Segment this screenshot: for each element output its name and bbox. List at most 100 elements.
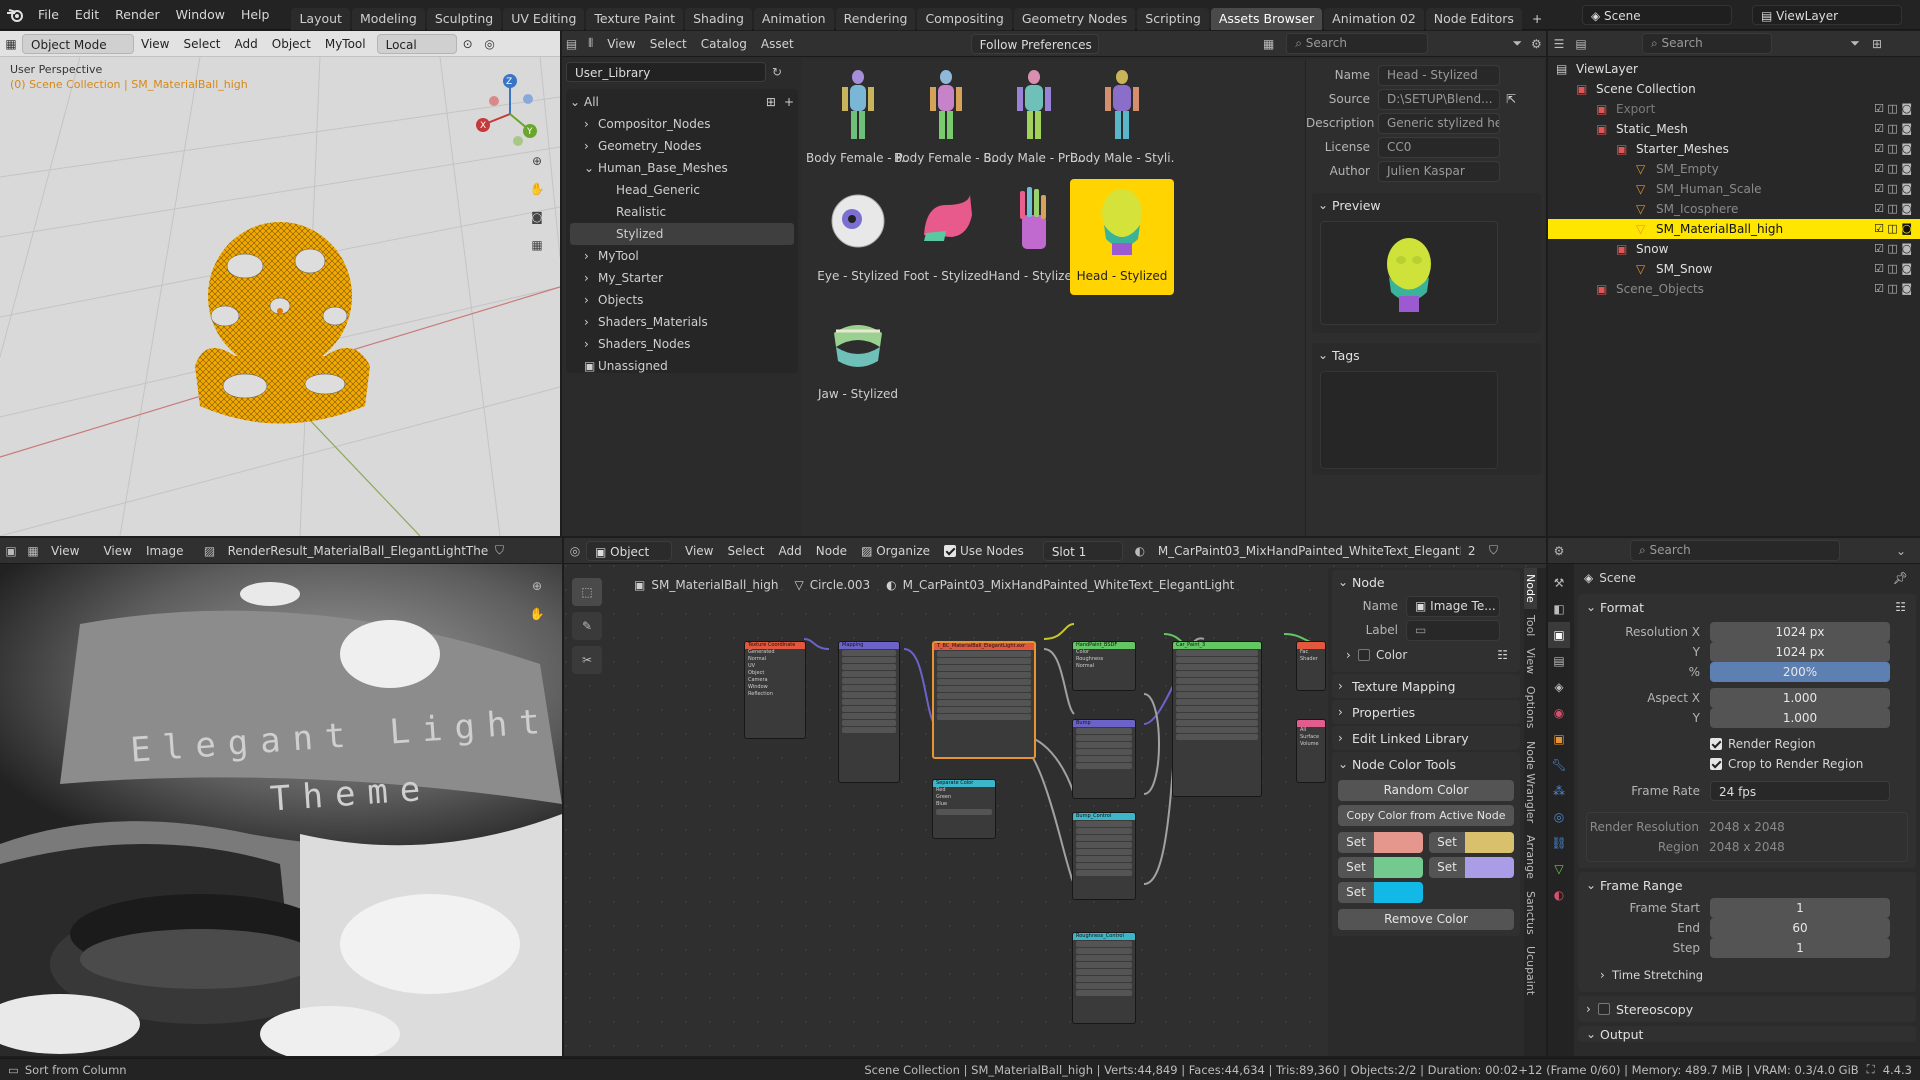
new-catalog-icon[interactable]: ⊞ bbox=[766, 91, 776, 113]
node-color-checkbox[interactable] bbox=[1358, 649, 1370, 661]
new-collection-icon[interactable]: ⊞ bbox=[1866, 34, 1888, 54]
visibility-toggles[interactable]: ☑ ◫ ◙ bbox=[1874, 119, 1912, 139]
material-ball-object[interactable] bbox=[185, 216, 375, 431]
catalog-item[interactable]: Head_Generic bbox=[570, 179, 794, 201]
catalog-item[interactable]: › Shaders_Nodes bbox=[570, 333, 794, 355]
annotate-icon[interactable]: ✎ bbox=[572, 612, 602, 640]
asset-item[interactable]: Body Male - Styli... bbox=[1070, 61, 1174, 177]
visibility-toggles[interactable]: ☑ ◫ ◙ bbox=[1874, 279, 1912, 299]
asset-name-field[interactable]: Head - Stylized bbox=[1378, 64, 1500, 86]
list-menu-icon[interactable]: ☷ bbox=[1497, 648, 1508, 662]
sidebar-tab[interactable]: View bbox=[1524, 642, 1537, 680]
menu-edit[interactable]: Edit bbox=[67, 0, 107, 30]
camera-view-icon[interactable]: ◙ bbox=[526, 207, 548, 227]
links-cut-icon[interactable]: ✂ bbox=[572, 646, 602, 674]
chevron-right-icon[interactable]: › bbox=[584, 135, 598, 157]
material-name-field[interactable]: M_CarPaint03_MixHandPainted_WhiteText_El… bbox=[1151, 541, 1461, 561]
outliner-item[interactable]: ▽ SM_Human_Scale ☑ ◫ ◙ bbox=[1548, 179, 1920, 199]
frame-rate-dropdown[interactable]: 24 fps bbox=[1710, 781, 1890, 801]
catalog-item[interactable]: › Shaders_Materials bbox=[570, 311, 794, 333]
render-region-checkbox[interactable] bbox=[1710, 738, 1722, 750]
transform-orientation-dropdown[interactable]: Local bbox=[376, 33, 457, 54]
asset-license-field[interactable]: CC0 bbox=[1378, 136, 1500, 158]
scene-dropdown[interactable]: ◈ Scene bbox=[1582, 5, 1732, 25]
node-section-panel[interactable]: › Properties bbox=[1332, 700, 1520, 724]
viewport-menu-add[interactable]: Add bbox=[228, 34, 265, 54]
node-roughness-control[interactable]: Roughness_Control bbox=[1072, 932, 1136, 1024]
chevron-right-icon[interactable]: › bbox=[584, 267, 598, 289]
chevron-right-icon[interactable]: › bbox=[584, 113, 598, 135]
display-mode-icon[interactable]: ▦ bbox=[1259, 34, 1278, 54]
presets-icon[interactable]: ☷ bbox=[1895, 600, 1906, 614]
node-name-field[interactable]: ▣ Image Te... bbox=[1406, 595, 1500, 617]
viewport-menu-view[interactable]: View bbox=[134, 34, 176, 54]
node-texture-coordinate[interactable]: Texture Coordinate Generated Normal UV Objec… bbox=[744, 641, 806, 739]
shader-type-dropdown[interactable]: ▣ Object bbox=[586, 540, 672, 561]
use-nodes-checkbox[interactable] bbox=[944, 544, 956, 557]
outliner-search-input[interactable]: ⌕ Search bbox=[1642, 33, 1772, 54]
breadcrumb-mesh[interactable]: Circle.003 bbox=[810, 578, 870, 592]
asset-source-field[interactable]: D:\SETUP\Blend... bbox=[1378, 88, 1500, 110]
particles-tab-icon[interactable]: ⁂ bbox=[1548, 778, 1570, 804]
outliner-item[interactable]: ▣ Snow ☑ ◫ ◙ bbox=[1548, 239, 1920, 259]
visibility-toggles[interactable]: ☑ ◫ ◙ bbox=[1874, 99, 1912, 119]
chevron-down-icon[interactable]: ⌄ bbox=[1586, 600, 1600, 614]
tab-geometry-nodes[interactable]: Geometry Nodes bbox=[1013, 7, 1136, 30]
set-color-button[interactable]: Set bbox=[1338, 882, 1374, 903]
tab-layout[interactable]: Layout bbox=[291, 7, 350, 30]
visibility-toggles[interactable]: ☑ ◫ ◙ bbox=[1874, 259, 1912, 279]
set-color-button[interactable]: Set bbox=[1429, 832, 1465, 853]
tab-node-editors[interactable]: Node Editors bbox=[1425, 7, 1522, 30]
node-section-panel[interactable]: › Texture Mapping bbox=[1332, 674, 1520, 698]
constraints-tab-icon[interactable]: ⛓ bbox=[1548, 830, 1570, 856]
navigation-gizmo[interactable]: Z X Y bbox=[470, 69, 550, 159]
color-swatch[interactable] bbox=[1374, 882, 1423, 903]
node-menu-view[interactable]: View bbox=[678, 541, 720, 561]
node-handpaint-bsdf[interactable]: HandPaint_BSDF Color Roughness Normal bbox=[1072, 641, 1136, 691]
catalog-item[interactable]: ⌄ Human_Base_Meshes bbox=[570, 157, 794, 179]
node-image-texture[interactable]: T_BC_MaterialBall_ElegantLight.exr bbox=[932, 641, 1036, 759]
chevron-right-icon[interactable]: › bbox=[584, 289, 598, 311]
node-label-field[interactable]: ▭ bbox=[1406, 619, 1500, 641]
asset-menu-select[interactable]: Select bbox=[643, 34, 694, 54]
slot-dropdown[interactable]: Slot 1 bbox=[1042, 540, 1123, 561]
asset-menu-catalog[interactable]: Catalog bbox=[694, 34, 754, 54]
viewport-menu-select[interactable]: Select bbox=[176, 34, 227, 54]
fake-user-shield-icon[interactable]: ⛉ bbox=[489, 541, 511, 561]
catalog-all[interactable]: ⌄ All ⊞ + bbox=[570, 91, 794, 113]
menu-file[interactable]: File bbox=[30, 0, 67, 30]
node-bump[interactable]: Bump bbox=[1072, 719, 1136, 799]
remove-color-button[interactable]: Remove Color bbox=[1338, 909, 1514, 930]
random-color-button[interactable]: Random Color bbox=[1338, 780, 1514, 801]
filter-icon[interactable]: ⏷ bbox=[1844, 34, 1866, 54]
node-car-paint[interactable]: Car_Paint_3 bbox=[1172, 641, 1262, 797]
material-users-count[interactable]: 2 bbox=[1461, 541, 1483, 561]
zoom-icon[interactable]: ⊕ bbox=[526, 576, 548, 596]
asset-description-field[interactable]: Generic stylized hea... bbox=[1378, 112, 1500, 134]
visibility-toggles[interactable]: ☑ ◫ ◙ bbox=[1874, 179, 1912, 199]
tool-tab-icon[interactable]: ⚒ bbox=[1548, 570, 1570, 596]
catalog-item[interactable]: › Compositor_Nodes bbox=[570, 113, 794, 135]
outliner-item[interactable]: ▣ Scene Collection bbox=[1548, 79, 1920, 99]
breadcrumb-material[interactable]: M_CarPaint03_MixHandPainted_WhiteText_El… bbox=[903, 578, 1235, 592]
node-mapping[interactable]: Mapping bbox=[838, 641, 900, 783]
organize-button[interactable]: ▨ Organize bbox=[854, 541, 937, 561]
catalog-item[interactable]: › Objects bbox=[570, 289, 794, 311]
editor-type-icon[interactable]: ◎ bbox=[564, 541, 586, 561]
tab-assets-browser[interactable]: Assets Browser bbox=[1210, 7, 1323, 30]
chevron-right-icon[interactable]: › bbox=[584, 245, 598, 267]
node-separate-color[interactable]: Separate Color Red Green Blue bbox=[932, 779, 996, 839]
viewport-3d[interactable]: ▦ Object Mode View Select Add Object MyT… bbox=[0, 31, 560, 536]
copy-color-button[interactable]: Copy Color from Active Node bbox=[1338, 805, 1514, 826]
snap-icon[interactable]: ⊙ bbox=[457, 34, 479, 54]
visibility-toggles[interactable]: ☑ ◫ ◙ bbox=[1874, 199, 1912, 219]
node-menu-add[interactable]: Add bbox=[772, 541, 809, 561]
refresh-library-icon[interactable]: ↻ bbox=[766, 62, 788, 82]
sidebar-toggle-icon[interactable]: ⫴ bbox=[581, 34, 600, 54]
set-color-button[interactable]: Set bbox=[1429, 857, 1465, 878]
visibility-toggles[interactable]: ☑ ◫ ◙ bbox=[1874, 239, 1912, 259]
image-mode-icon[interactable]: ▦ bbox=[22, 541, 44, 561]
outliner-item[interactable]: ▽ SM_Icosphere ☑ ◫ ◙ bbox=[1548, 199, 1920, 219]
catalog-item[interactable]: › My_Starter bbox=[570, 267, 794, 289]
sidebar-tab[interactable]: Arrange bbox=[1524, 829, 1537, 885]
